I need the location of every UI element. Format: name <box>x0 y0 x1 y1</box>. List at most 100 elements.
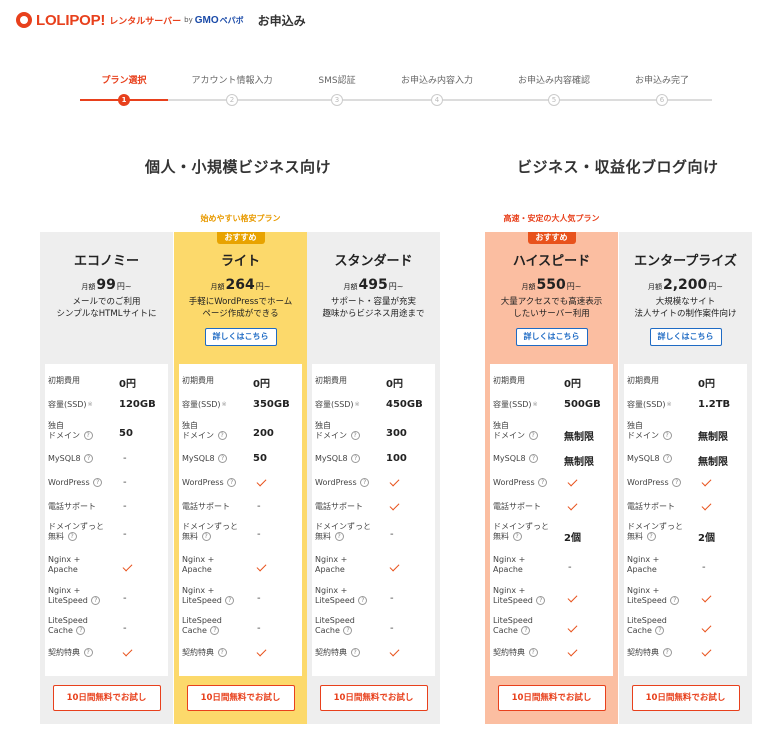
details-button[interactable]: 詳しくはこちら <box>204 328 277 346</box>
price-prefix: 月額 <box>81 283 96 291</box>
help-icon[interactable]: ? <box>83 648 93 657</box>
spec-label-text: 初期費用 <box>182 376 214 385</box>
spec-label-text: 独自 <box>493 421 509 430</box>
price-prefix: 月額 <box>521 283 536 291</box>
spec-label-text: WordPress <box>315 478 357 487</box>
spec-label-text: 独自 <box>315 421 331 430</box>
help-icon[interactable]: ? <box>84 454 94 463</box>
help-icon[interactable]: ? <box>521 626 531 635</box>
details-button[interactable]: 詳しくはこちら <box>515 328 588 346</box>
spec-value: 無制限 <box>698 432 728 443</box>
help-icon[interactable]: ? <box>350 648 360 657</box>
help-icon[interactable]: ? <box>528 431 538 440</box>
asterisk-note: ※ <box>221 401 227 408</box>
spec-label: ドメインずっと 無料 ? <box>627 522 701 542</box>
help-icon[interactable]: ? <box>91 596 101 605</box>
spec-label-text: WordPress <box>493 478 535 487</box>
section-title-business: ビジネス・収益化ブログ向け <box>517 158 719 176</box>
help-icon[interactable]: ? <box>512 532 522 541</box>
spec-value: 2個 <box>564 533 581 544</box>
spec-label-text: 無料 <box>627 532 643 541</box>
spec-label-text: 独自 <box>627 421 643 430</box>
spec-label-text: WordPress <box>627 478 669 487</box>
spec-label-text: 電話サポート <box>493 502 541 511</box>
spec-label-text: 容量(SSD) <box>315 400 354 409</box>
plan-description-line: したいサーバー利用 <box>513 309 590 319</box>
spec-label-text: MySQL8 <box>182 454 215 463</box>
plan-description: 手軽にWordPressでホーム ページ作成ができる <box>180 296 301 320</box>
help-icon[interactable]: ? <box>663 454 673 463</box>
price-suffix: 円~ <box>388 282 404 291</box>
section-title-personal: 個人・小規模ビジネス向け <box>145 158 332 176</box>
spec-label-text: 電話サポート <box>627 502 675 511</box>
help-icon[interactable]: ? <box>350 431 360 440</box>
help-icon[interactable]: ? <box>655 626 665 635</box>
help-icon[interactable]: ? <box>225 596 235 605</box>
price-suffix: 円~ <box>708 282 723 291</box>
free-trial-button[interactable]: 10日間無料でお試し <box>52 685 161 711</box>
help-icon[interactable]: ? <box>93 478 103 487</box>
help-icon[interactable]: ? <box>529 454 539 463</box>
spec-value: - <box>123 529 127 540</box>
step-label: アカウント情報入力 <box>191 76 273 86</box>
step-number-icon: 6 <box>656 94 668 106</box>
spec-value: - <box>257 529 261 540</box>
spec-value: - <box>123 501 127 512</box>
help-icon[interactable]: ? <box>343 626 353 635</box>
free-trial-button[interactable]: 10日間無料でお試し <box>319 685 428 711</box>
help-icon[interactable]: ? <box>227 478 237 487</box>
spec-value: - <box>257 501 261 512</box>
spec-value: 0円 <box>386 379 403 390</box>
spec-label: WordPress ? <box>315 478 389 488</box>
spec-value: 0円 <box>698 379 715 390</box>
spec-label: MySQL8 ? <box>493 454 567 464</box>
help-icon[interactable]: ? <box>83 431 93 440</box>
help-icon[interactable]: ? <box>358 596 368 605</box>
spec-label-text: 契約特典 <box>182 648 214 657</box>
help-icon[interactable]: ? <box>672 478 682 487</box>
check-icon <box>122 646 133 657</box>
help-icon[interactable]: ? <box>67 532 77 541</box>
help-icon[interactable]: ? <box>76 626 86 635</box>
step-number-icon: 3 <box>331 94 343 106</box>
price-value: 550 <box>536 277 566 293</box>
help-icon[interactable]: ? <box>210 626 220 635</box>
spec-label-text: Nginx + <box>493 555 526 564</box>
spec-label-text: Apache <box>627 565 657 574</box>
help-icon[interactable]: ? <box>351 454 361 463</box>
spec-label-text: 無料 <box>493 532 509 541</box>
price-suffix: 円~ <box>116 282 132 291</box>
help-icon[interactable]: ? <box>662 648 672 657</box>
help-icon[interactable]: ? <box>646 532 656 541</box>
help-icon[interactable]: ? <box>218 454 228 463</box>
spec-table: 初期費用 0円 容量(SSD)※ 120GB 独自 ドメイン ? 50 MySQL8 ? - Wo… <box>45 364 168 676</box>
spec-label-text: 電話サポート <box>315 502 363 511</box>
free-trial-button[interactable]: 10日間無料でお試し <box>631 685 740 711</box>
spec-label: 電話サポート <box>493 502 567 512</box>
help-icon[interactable]: ? <box>536 596 546 605</box>
help-icon[interactable]: ? <box>217 431 227 440</box>
help-icon[interactable]: ? <box>201 532 211 541</box>
plan-description-line: 手軽にWordPressでホーム <box>188 297 293 307</box>
brand-logo[interactable]: LOLIPOP! <box>36 12 105 29</box>
help-icon[interactable]: ? <box>662 431 672 440</box>
spec-value: 0円 <box>119 379 136 390</box>
spec-label-text: Apache <box>493 565 523 574</box>
plan-description-line: 趣味からビジネス用途まで <box>322 309 425 319</box>
spec-label-text: ドメイン <box>182 431 214 440</box>
free-trial-button[interactable]: 10日間無料でお試し <box>497 685 606 711</box>
spec-label-text: 無料 <box>48 532 64 541</box>
help-icon[interactable]: ? <box>528 648 538 657</box>
help-icon[interactable]: ? <box>334 532 344 541</box>
help-icon[interactable]: ? <box>217 648 227 657</box>
spec-value: 1.2TB <box>698 399 731 410</box>
step-number-icon: 1 <box>118 94 130 106</box>
help-icon[interactable]: ? <box>670 596 680 605</box>
help-icon[interactable]: ? <box>360 478 370 487</box>
spec-label: 電話サポート <box>48 502 122 512</box>
step-2: アカウント情報入力 2 <box>177 74 287 106</box>
help-icon[interactable]: ? <box>538 478 548 487</box>
details-button[interactable]: 詳しくはこちら <box>649 328 722 346</box>
free-trial-button[interactable]: 10日間無料でお試し <box>186 685 295 711</box>
spec-label-text: Nginx + <box>627 555 660 564</box>
